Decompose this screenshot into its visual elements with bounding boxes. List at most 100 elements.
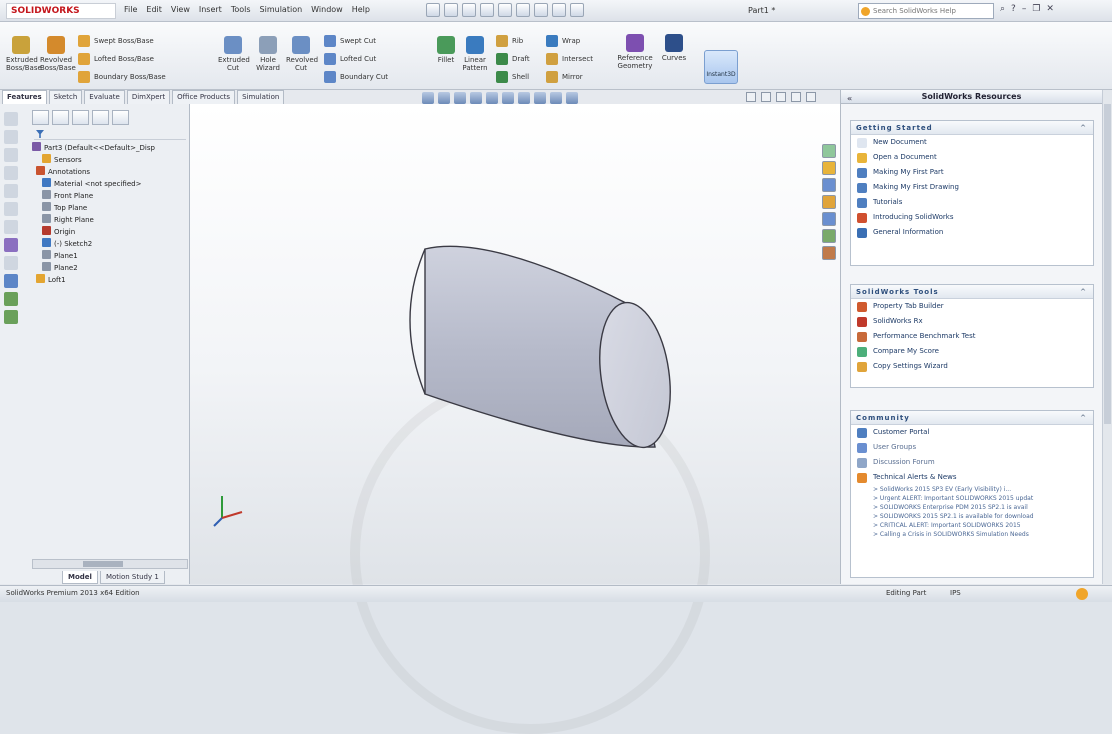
appearances-icon[interactable] bbox=[822, 212, 836, 226]
restore-icon[interactable]: ❐ bbox=[1032, 4, 1040, 14]
viewport-close-icon[interactable] bbox=[806, 92, 816, 102]
menu-tools[interactable]: Tools bbox=[231, 5, 251, 14]
feature-manager-tree-icon[interactable] bbox=[32, 110, 49, 125]
viewport-restore-icon[interactable] bbox=[791, 92, 801, 102]
menu-file[interactable]: File bbox=[124, 5, 137, 14]
viewport-split-icon[interactable] bbox=[761, 92, 771, 102]
graphics-area[interactable] bbox=[190, 92, 840, 734]
save-icon[interactable] bbox=[462, 3, 476, 17]
tree-item-sketch2[interactable]: (-) Sketch2 bbox=[32, 238, 190, 250]
tree-item-origin[interactable]: Origin bbox=[32, 226, 190, 238]
tree-item-annotations[interactable]: Annotations bbox=[32, 166, 190, 178]
loft-small-end[interactable] bbox=[409, 248, 426, 395]
scrollbar-thumb[interactable] bbox=[83, 561, 123, 567]
tab-features[interactable]: Features bbox=[2, 90, 47, 104]
scrollbar-thumb[interactable] bbox=[1104, 104, 1111, 424]
link-open-document[interactable]: Open a Document bbox=[851, 150, 1093, 165]
new-file-icon[interactable] bbox=[426, 3, 440, 17]
collapse-pane-icon[interactable]: « bbox=[847, 92, 852, 106]
tab-office-products[interactable]: Office Products bbox=[172, 90, 236, 104]
property-manager-icon[interactable] bbox=[52, 110, 69, 125]
collapse-chevron-icon[interactable]: ^ bbox=[1080, 411, 1087, 425]
sidebar-tool-icon[interactable] bbox=[4, 184, 18, 198]
tree-item-sensors[interactable]: Sensors bbox=[32, 154, 190, 166]
viewport-minimize-icon[interactable] bbox=[776, 92, 786, 102]
file-properties-icon[interactable] bbox=[552, 3, 566, 17]
intersect-button[interactable]: Intersect bbox=[546, 52, 593, 66]
link-first-drawing[interactable]: Making My First Drawing bbox=[851, 180, 1093, 195]
sidebar-tool-icon[interactable] bbox=[4, 130, 18, 144]
link-first-part[interactable]: Making My First Part bbox=[851, 165, 1093, 180]
zoom-to-area-icon[interactable] bbox=[438, 92, 450, 104]
resources-tab-icon[interactable] bbox=[822, 144, 836, 158]
extruded-cut-button[interactable]: Extruded Cut bbox=[218, 36, 250, 72]
help-question-icon[interactable]: ? bbox=[1011, 4, 1016, 14]
link-general-information[interactable]: General Information bbox=[851, 225, 1093, 240]
solidworks-forum-icon[interactable] bbox=[822, 246, 836, 260]
tab-dimxpert[interactable]: DimXpert bbox=[126, 90, 171, 104]
link-property-tab-builder[interactable]: Property Tab Builder bbox=[851, 299, 1093, 314]
link-solidworks-rx[interactable]: SolidWorks Rx bbox=[851, 314, 1093, 329]
rebuild-icon[interactable] bbox=[534, 3, 548, 17]
sidebar-tool-icon[interactable] bbox=[4, 310, 18, 324]
select-icon[interactable] bbox=[516, 3, 530, 17]
sidebar-tool-icon[interactable] bbox=[4, 238, 18, 252]
viewport-tile-icon[interactable] bbox=[746, 92, 756, 102]
sidebar-tool-icon[interactable] bbox=[4, 292, 18, 306]
sidebar-tool-icon[interactable] bbox=[4, 202, 18, 216]
link-compare-score[interactable]: Compare My Score bbox=[851, 344, 1093, 359]
extruded-boss-button[interactable]: Extruded Boss/Base bbox=[6, 36, 42, 72]
hide-show-items-icon[interactable] bbox=[518, 92, 530, 104]
news-item[interactable]: > Calling a Crisis in SOLIDWORKS Simulat… bbox=[851, 530, 1093, 539]
search-help-input[interactable]: Search SolidWorks Help bbox=[858, 3, 994, 19]
lofted-cut-button[interactable]: Lofted Cut bbox=[324, 52, 376, 66]
sidebar-tool-icon[interactable] bbox=[4, 166, 18, 180]
fillet-button[interactable]: Fillet bbox=[434, 36, 458, 64]
minimize-icon[interactable]: – bbox=[1022, 4, 1027, 14]
tree-filter[interactable] bbox=[34, 130, 186, 140]
tab-evaluate[interactable]: Evaluate bbox=[84, 90, 125, 104]
tree-item-top-plane[interactable]: Top Plane bbox=[32, 202, 190, 214]
tree-item-material[interactable]: Material <not specified> bbox=[32, 178, 190, 190]
solidworks-logo[interactable]: SOLIDWORKS bbox=[6, 3, 116, 19]
wrap-button[interactable]: Wrap bbox=[546, 34, 580, 48]
link-new-document[interactable]: New Document bbox=[851, 135, 1093, 150]
collapse-chevron-icon[interactable]: ^ bbox=[1080, 285, 1087, 299]
sidebar-tool-icon[interactable] bbox=[4, 112, 18, 126]
menu-simulation[interactable]: Simulation bbox=[260, 5, 303, 14]
link-tutorials[interactable]: Tutorials bbox=[851, 195, 1093, 210]
zoom-to-fit-icon[interactable] bbox=[422, 92, 434, 104]
collapse-chevron-icon[interactable]: ^ bbox=[1080, 121, 1087, 135]
tab-model[interactable]: Model bbox=[62, 571, 98, 584]
tree-item-right-plane[interactable]: Right Plane bbox=[32, 214, 190, 226]
link-user-groups[interactable]: User Groups bbox=[851, 440, 1093, 455]
file-explorer-icon[interactable] bbox=[822, 178, 836, 192]
solidworks-tools-header[interactable]: SolidWorks Tools ^ bbox=[851, 285, 1093, 299]
tree-item-loft1[interactable]: Loft1 bbox=[32, 274, 190, 286]
revolved-boss-button[interactable]: Revolved Boss/Base bbox=[40, 36, 76, 72]
units-selector[interactable]: IPS bbox=[950, 589, 961, 597]
quick-tips-icon[interactable] bbox=[1076, 588, 1088, 600]
getting-started-header[interactable]: Getting Started ^ bbox=[851, 121, 1093, 135]
search-go-icon[interactable]: ⌕ bbox=[1000, 4, 1005, 14]
design-library-icon[interactable] bbox=[822, 161, 836, 175]
lofted-boss-button[interactable]: Lofted Boss/Base bbox=[78, 52, 154, 66]
view-settings-icon[interactable] bbox=[566, 92, 578, 104]
tab-simulation[interactable]: Simulation bbox=[237, 90, 285, 104]
undo-icon[interactable] bbox=[498, 3, 512, 17]
news-item[interactable]: > SOLIDWORKS Enterprise PDM 2015 SP2.1 i… bbox=[851, 503, 1093, 512]
view-orientation-icon[interactable] bbox=[486, 92, 498, 104]
boundary-boss-button[interactable]: Boundary Boss/Base bbox=[78, 70, 166, 84]
tab-motion-study-1[interactable]: Motion Study 1 bbox=[99, 571, 165, 584]
options-icon[interactable] bbox=[570, 3, 584, 17]
news-item[interactable]: > CRITICAL ALERT: Important SOLIDWORKS 2… bbox=[851, 521, 1093, 530]
section-view-icon[interactable] bbox=[470, 92, 482, 104]
menu-help[interactable]: Help bbox=[352, 5, 370, 14]
curves-button[interactable]: Curves bbox=[660, 34, 688, 62]
menu-view[interactable]: View bbox=[171, 5, 190, 14]
reference-geometry-button[interactable]: Reference Geometry bbox=[614, 34, 656, 70]
draft-button[interactable]: Draft bbox=[496, 52, 530, 66]
rib-button[interactable]: Rib bbox=[496, 34, 523, 48]
menu-window[interactable]: Window bbox=[311, 5, 343, 14]
sidebar-tool-icon[interactable] bbox=[4, 220, 18, 234]
